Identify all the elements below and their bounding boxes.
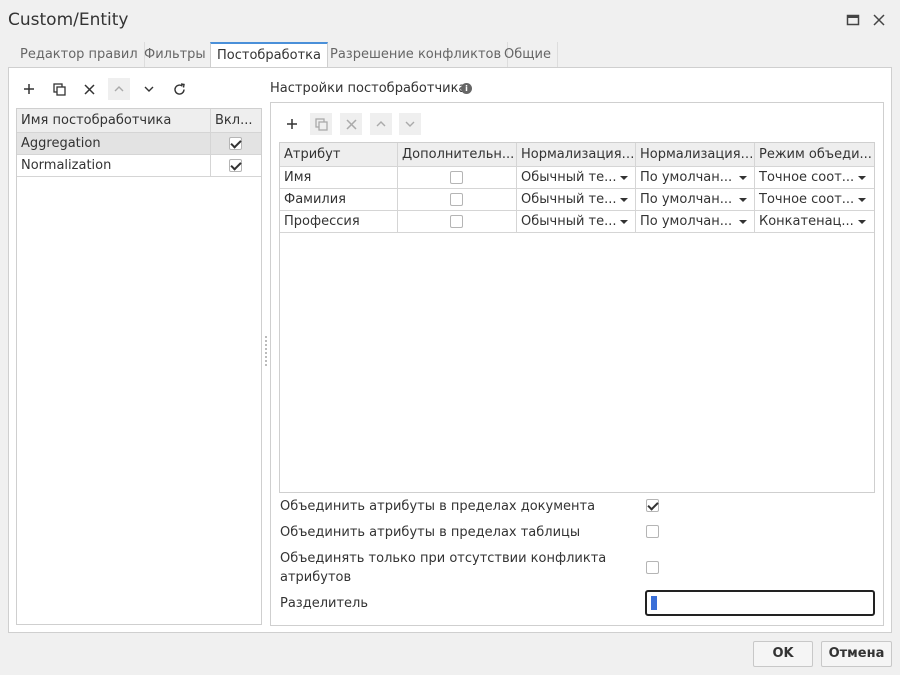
- dropdown-arrow-icon[interactable]: [620, 198, 628, 202]
- merge-table-checkbox[interactable]: [646, 525, 659, 538]
- additional-checkbox[interactable]: [450, 193, 463, 206]
- additional-cell: [398, 211, 517, 233]
- cancel-button[interactable]: Отмена: [821, 641, 892, 667]
- dropdown-arrow-icon[interactable]: [739, 198, 747, 202]
- delete-icon[interactable]: [78, 78, 100, 100]
- info-icon[interactable]: i: [461, 83, 472, 94]
- dropdown-arrow-icon[interactable]: [858, 198, 866, 202]
- merge-mode-select[interactable]: Точное соот...: [755, 189, 874, 211]
- select-value: По умолчан...: [640, 214, 733, 229]
- additional-checkbox[interactable]: [450, 215, 463, 228]
- tab-general[interactable]: Общие: [498, 42, 558, 68]
- tab-rule-editor[interactable]: Редактор правил: [14, 42, 145, 68]
- merge-mode-select[interactable]: Конкатенац...: [755, 211, 874, 233]
- merge-no-conflict-label-cont: атрибутов: [280, 570, 352, 585]
- enabled-checkbox[interactable]: [229, 159, 242, 172]
- select-value: Обычный те...: [521, 170, 617, 185]
- select-value: По умолчан...: [640, 170, 733, 185]
- table-row-enabled: [211, 155, 261, 177]
- merge-table-label: Объединить атрибуты в пределах таблицы: [280, 525, 581, 540]
- dropdown-arrow-icon[interactable]: [620, 220, 628, 224]
- postprocessor-grid: Имя постобработчика Вкл... Aggregation N…: [16, 108, 262, 625]
- attribute-cell[interactable]: Имя: [280, 167, 398, 189]
- add-icon[interactable]: [18, 78, 40, 100]
- move-down-icon[interactable]: [138, 78, 160, 100]
- select-value: Обычный те...: [521, 192, 617, 207]
- dropdown-arrow-icon[interactable]: [739, 220, 747, 224]
- merge-document-label: Объединить атрибуты в пределах документа: [280, 499, 596, 514]
- additional-cell: [398, 189, 517, 211]
- refresh-icon[interactable]: [168, 78, 190, 100]
- splitter-handle[interactable]: [265, 336, 267, 366]
- attributes-grid: Атрибут Дополнительн... Нормализация ...…: [279, 142, 875, 493]
- dropdown-arrow-icon[interactable]: [858, 176, 866, 180]
- normalization-1-select[interactable]: Обычный те...: [517, 211, 636, 233]
- table-row-name[interactable]: Normalization: [17, 155, 211, 177]
- column-header-additional[interactable]: Дополнительн...: [398, 143, 517, 167]
- enabled-checkbox[interactable]: [229, 137, 242, 150]
- column-header-normalization-2[interactable]: Нормализация ...: [636, 143, 755, 167]
- column-header-name[interactable]: Имя постобработчика: [17, 109, 211, 133]
- tab-filters[interactable]: Фильтры: [138, 42, 213, 68]
- delete-icon[interactable]: [340, 113, 362, 135]
- maximize-icon[interactable]: [846, 13, 860, 27]
- additional-checkbox[interactable]: [450, 171, 463, 184]
- normalization-1-select[interactable]: Обычный те...: [517, 189, 636, 211]
- attribute-cell[interactable]: Профессия: [280, 211, 398, 233]
- column-header-merge-mode[interactable]: Режим объеди...: [755, 143, 874, 167]
- move-down-icon[interactable]: [399, 113, 421, 135]
- separator-label: Разделитель: [280, 596, 369, 611]
- move-up-icon[interactable]: [370, 113, 392, 135]
- tab-postprocessing[interactable]: Постобработка: [210, 42, 328, 69]
- merge-no-conflict-checkbox[interactable]: [646, 561, 659, 574]
- table-row-enabled: [211, 133, 261, 155]
- tab-conflict-resolution[interactable]: Разрешение конфликтов: [324, 42, 509, 68]
- normalization-2-select[interactable]: По умолчан...: [636, 167, 755, 189]
- column-header-normalization-1[interactable]: Нормализация ...: [517, 143, 636, 167]
- separator-input[interactable]: [645, 590, 875, 616]
- normalization-2-select[interactable]: По умолчан...: [636, 211, 755, 233]
- close-icon[interactable]: [872, 13, 886, 27]
- normalization-1-select[interactable]: Обычный те...: [517, 167, 636, 189]
- dropdown-arrow-icon[interactable]: [620, 176, 628, 180]
- select-value: Конкатенац...: [759, 214, 854, 229]
- copy-icon[interactable]: [48, 78, 70, 100]
- select-value: Обычный те...: [521, 214, 617, 229]
- normalization-2-select[interactable]: По умолчан...: [636, 189, 755, 211]
- window-title: Custom/Entity: [8, 10, 129, 30]
- column-header-enabled[interactable]: Вкл...: [211, 109, 261, 133]
- select-value: Точное соот...: [759, 170, 855, 185]
- attribute-cell[interactable]: Фамилия: [280, 189, 398, 211]
- select-value: Точное соот...: [759, 192, 855, 207]
- merge-document-checkbox[interactable]: [646, 499, 659, 512]
- settings-title: Настройки постобработчика: [270, 81, 467, 96]
- move-up-icon[interactable]: [108, 78, 130, 100]
- select-value: По умолчан...: [640, 192, 733, 207]
- column-header-attribute[interactable]: Атрибут: [280, 143, 398, 167]
- copy-icon[interactable]: [310, 113, 332, 135]
- dropdown-arrow-icon[interactable]: [739, 176, 747, 180]
- additional-cell: [398, 167, 517, 189]
- add-icon[interactable]: [281, 113, 303, 135]
- separator-value-selection: [651, 596, 657, 610]
- merge-no-conflict-label: Объединять только при отсутствии конфлик…: [280, 551, 607, 566]
- merge-mode-select[interactable]: Точное соот...: [755, 167, 874, 189]
- table-row-name[interactable]: Aggregation: [17, 133, 211, 155]
- dropdown-arrow-icon[interactable]: [858, 220, 866, 224]
- ok-button[interactable]: OK: [753, 641, 813, 667]
